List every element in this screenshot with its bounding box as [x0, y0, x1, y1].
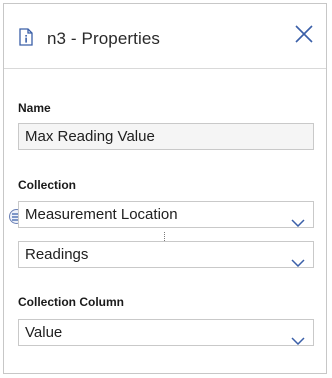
- chevron-down-icon[interactable]: [291, 328, 305, 346]
- document-info-icon: [19, 28, 33, 46]
- panel-title: n3 - Properties: [47, 29, 160, 48]
- collection-label: Collection: [18, 178, 77, 192]
- collection-column-label: Collection Column: [18, 295, 124, 309]
- close-icon[interactable]: [293, 23, 315, 45]
- collection-column-select-value: Value: [25, 324, 63, 341]
- collection-column-select[interactable]: Value: [18, 319, 314, 346]
- name-label: Name: [18, 101, 51, 115]
- name-input[interactable]: Max Reading Value: [18, 123, 314, 150]
- chevron-down-icon[interactable]: [291, 250, 305, 268]
- chevron-down-icon[interactable]: [291, 210, 305, 228]
- sub-collection-select[interactable]: Readings: [18, 241, 314, 268]
- sub-collection-select-value: Readings: [25, 246, 89, 263]
- collection-select-value: Measurement Location: [25, 206, 178, 223]
- panel-header: n3 - Properties: [4, 4, 326, 69]
- properties-panel: n3 - Properties Name Max Reading Value C…: [3, 3, 327, 374]
- collection-select[interactable]: Measurement Location: [18, 201, 314, 228]
